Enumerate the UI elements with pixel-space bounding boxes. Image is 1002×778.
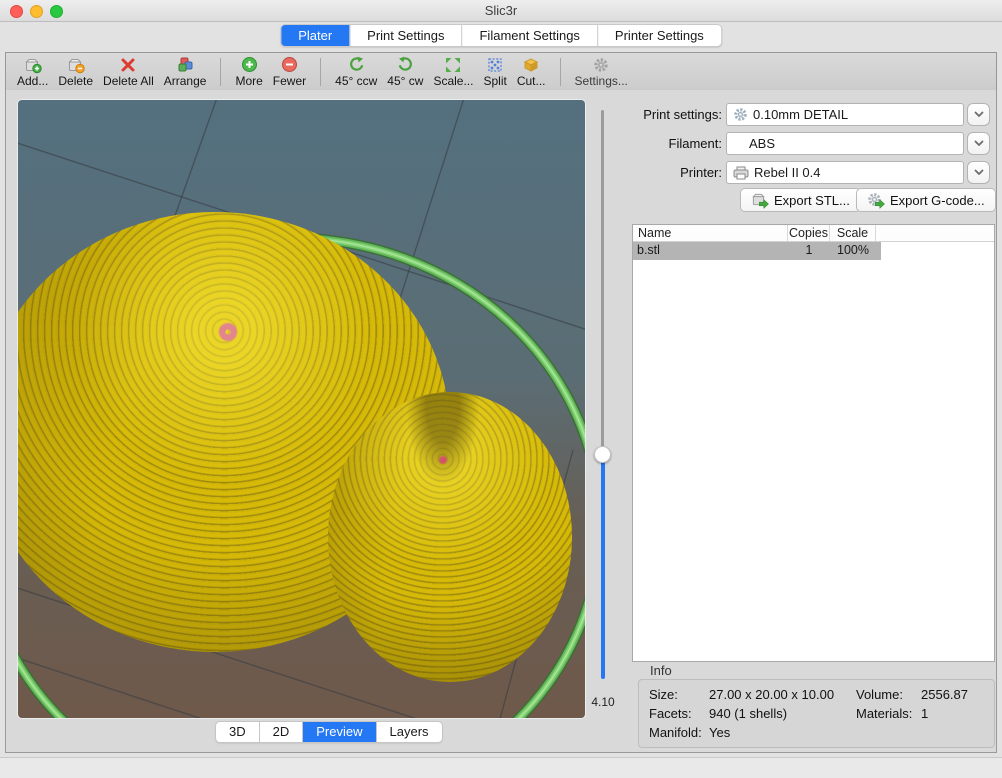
rotate-ccw-button[interactable]: 45° ccw [335, 56, 377, 88]
toolbar: Add... Delete Delete All Arrange More [5, 52, 997, 91]
scale-icon [445, 56, 461, 74]
printer-icon [733, 166, 749, 180]
column-header-scale: Scale [830, 225, 876, 241]
delete-button[interactable]: Delete [58, 56, 93, 88]
seam-marker-small [438, 455, 448, 465]
delete-all-button[interactable]: Delete All [103, 56, 154, 88]
manifold-value: Yes [709, 725, 730, 740]
facets-label: Facets: [649, 706, 692, 721]
viewport-3d[interactable] [18, 100, 585, 718]
column-header-name: Name [633, 225, 788, 241]
window-title: Slic3r [0, 0, 1002, 22]
export-gcode-button[interactable]: Export G-code... [856, 188, 996, 212]
facets-value: 940 (1 shells) [709, 706, 787, 721]
tab-print-settings[interactable]: Print Settings [350, 25, 462, 46]
layer-slider-fill[interactable] [601, 455, 605, 679]
tab-plater[interactable]: Plater [281, 25, 350, 46]
delete-box-icon [67, 56, 85, 74]
column-header-copies: Copies [788, 225, 830, 241]
fewer-button[interactable]: Fewer [273, 56, 306, 88]
split-icon [487, 56, 503, 74]
split-button[interactable]: Split [483, 56, 506, 88]
printer-label: Printer: [632, 161, 722, 184]
export-stl-button[interactable]: Export STL... [740, 188, 861, 212]
view-tab-3d[interactable]: 3D [216, 722, 260, 742]
tab-bar: Plater Print Settings Filament Settings … [280, 24, 722, 47]
seam-marker-large [214, 318, 242, 346]
view-mode-tabs: 3D 2D Preview Layers [215, 721, 443, 743]
column-header-filler [876, 225, 994, 241]
printer-dropdown-button[interactable] [967, 161, 990, 184]
print-settings-label: Print settings: [632, 103, 722, 126]
settings-button[interactable]: Settings... [575, 56, 628, 88]
add-button[interactable]: Add... [17, 56, 48, 88]
model-object-small[interactable] [328, 392, 572, 682]
toolbar-separator [560, 58, 561, 86]
more-icon [241, 56, 258, 74]
cut-button[interactable]: Cut... [517, 56, 546, 88]
cut-icon [522, 56, 540, 74]
chevron-down-icon [974, 169, 984, 176]
window: Slic3r Plater Print Settings Filament Se… [0, 0, 1002, 778]
print-settings-dropdown-button[interactable] [967, 103, 990, 126]
view-tab-preview[interactable]: Preview [303, 722, 376, 742]
toolbar-separator [220, 58, 221, 86]
size-label: Size: [649, 687, 678, 702]
rotate-cw-button[interactable]: 45° cw [387, 56, 423, 88]
export-gcode-icon [867, 192, 885, 209]
volume-value: 2556.87 [921, 687, 968, 702]
filament-label: Filament: [632, 132, 722, 155]
view-tab-2d[interactable]: 2D [260, 722, 304, 742]
arrange-icon [177, 56, 194, 74]
object-table-header: Name Copies Scale [633, 225, 994, 242]
materials-value: 1 [921, 706, 928, 721]
export-stl-icon [751, 192, 769, 209]
materials-label: Materials: [856, 706, 912, 721]
filament-select[interactable]: ABS [726, 132, 964, 155]
chevron-down-icon [974, 140, 984, 147]
view-tab-layers[interactable]: Layers [377, 722, 442, 742]
title-bar: Slic3r [0, 0, 1002, 22]
info-section-title: Info [650, 663, 672, 678]
rotate-ccw-icon [348, 56, 365, 74]
object-table[interactable]: Name Copies Scale b.stl 1 100% [632, 224, 995, 662]
status-bar [0, 757, 1002, 778]
gear-icon [733, 107, 748, 122]
table-row[interactable]: b.stl 1 100% [633, 242, 881, 260]
rotate-cw-icon [397, 56, 414, 74]
tab-printer-settings[interactable]: Printer Settings [598, 25, 721, 46]
layer-slider-thumb[interactable] [594, 446, 611, 463]
fewer-icon [281, 56, 298, 74]
printer-select[interactable]: Rebel II 0.4 [726, 161, 964, 184]
toolbar-separator [320, 58, 321, 86]
tab-filament-settings[interactable]: Filament Settings [462, 25, 597, 46]
delete-all-icon [120, 56, 136, 74]
more-button[interactable]: More [235, 56, 262, 88]
info-panel: Size: 27.00 x 20.00 x 10.00 Volume: 2556… [638, 679, 995, 748]
layer-slider-track[interactable] [601, 110, 604, 447]
layer-slider-value: 4.10 [586, 695, 620, 709]
chevron-down-icon [974, 111, 984, 118]
add-box-icon [24, 56, 42, 74]
settings-gear-icon [593, 56, 609, 74]
size-value: 27.00 x 20.00 x 10.00 [709, 687, 834, 702]
arrange-button[interactable]: Arrange [164, 56, 207, 88]
filament-dropdown-button[interactable] [967, 132, 990, 155]
manifold-label: Manifold: [649, 725, 702, 740]
volume-label: Volume: [856, 687, 903, 702]
scale-button[interactable]: Scale... [433, 56, 473, 88]
print-settings-select[interactable]: 0.10mm DETAIL [726, 103, 964, 126]
